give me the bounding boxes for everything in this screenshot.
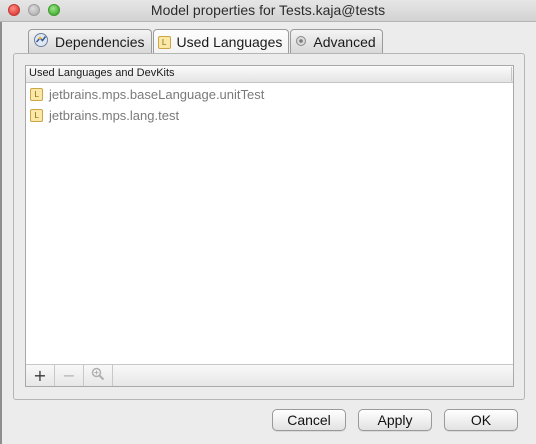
language-icon: L (157, 35, 171, 49)
table-row[interactable]: L jetbrains.mps.baseLanguage.unitTest (26, 84, 513, 105)
row-label: jetbrains.mps.baseLanguage.unitTest (49, 87, 265, 102)
tab-advanced[interactable]: Advanced (290, 29, 383, 53)
cancel-button[interactable]: Cancel (272, 409, 346, 431)
language-icon: L (30, 88, 43, 101)
magnifier-icon (91, 366, 105, 385)
apply-button[interactable]: Apply (358, 409, 432, 431)
add-button[interactable]: + (26, 365, 55, 386)
advanced-icon (295, 34, 307, 50)
tab-bar: Dependencies L Used Languages Advanced (28, 29, 384, 54)
tab-advanced-label: Advanced (313, 33, 376, 50)
tab-dependencies-label: Dependencies (55, 33, 145, 50)
window-title: Model properties for Tests.kaja@tests (150, 2, 386, 18)
table-toolbar: + − (26, 364, 513, 386)
find-usages-button[interactable] (84, 365, 113, 386)
tab-dependencies[interactable]: Dependencies (28, 29, 152, 53)
minus-icon: − (62, 366, 76, 385)
model-properties-window: Model properties for Tests.kaja@tests De… (0, 0, 536, 444)
plus-icon: + (33, 366, 47, 385)
table-row[interactable]: L jetbrains.mps.lang.test (26, 105, 513, 126)
table-rows: L jetbrains.mps.baseLanguage.unitTest L … (26, 83, 513, 126)
tab-used-languages-label: Used Languages (176, 34, 283, 50)
ok-button[interactable]: OK (444, 409, 518, 431)
tab-used-languages[interactable]: L Used Languages (152, 29, 290, 54)
column-divider (511, 67, 512, 81)
title-bar: Model properties for Tests.kaja@tests (0, 0, 536, 22)
tab-content-pane: Used Languages and DevKits L jetbrains.m… (13, 53, 525, 400)
used-languages-table: Used Languages and DevKits L jetbrains.m… (25, 65, 514, 387)
window-edge (0, 22, 2, 444)
language-icon: L (30, 109, 43, 122)
table-column-header[interactable]: Used Languages and DevKits (26, 66, 513, 83)
dependencies-icon (33, 32, 49, 51)
row-label: jetbrains.mps.lang.test (49, 108, 180, 123)
remove-button[interactable]: − (55, 365, 84, 386)
column-header-label: Used Languages and DevKits (29, 67, 175, 79)
